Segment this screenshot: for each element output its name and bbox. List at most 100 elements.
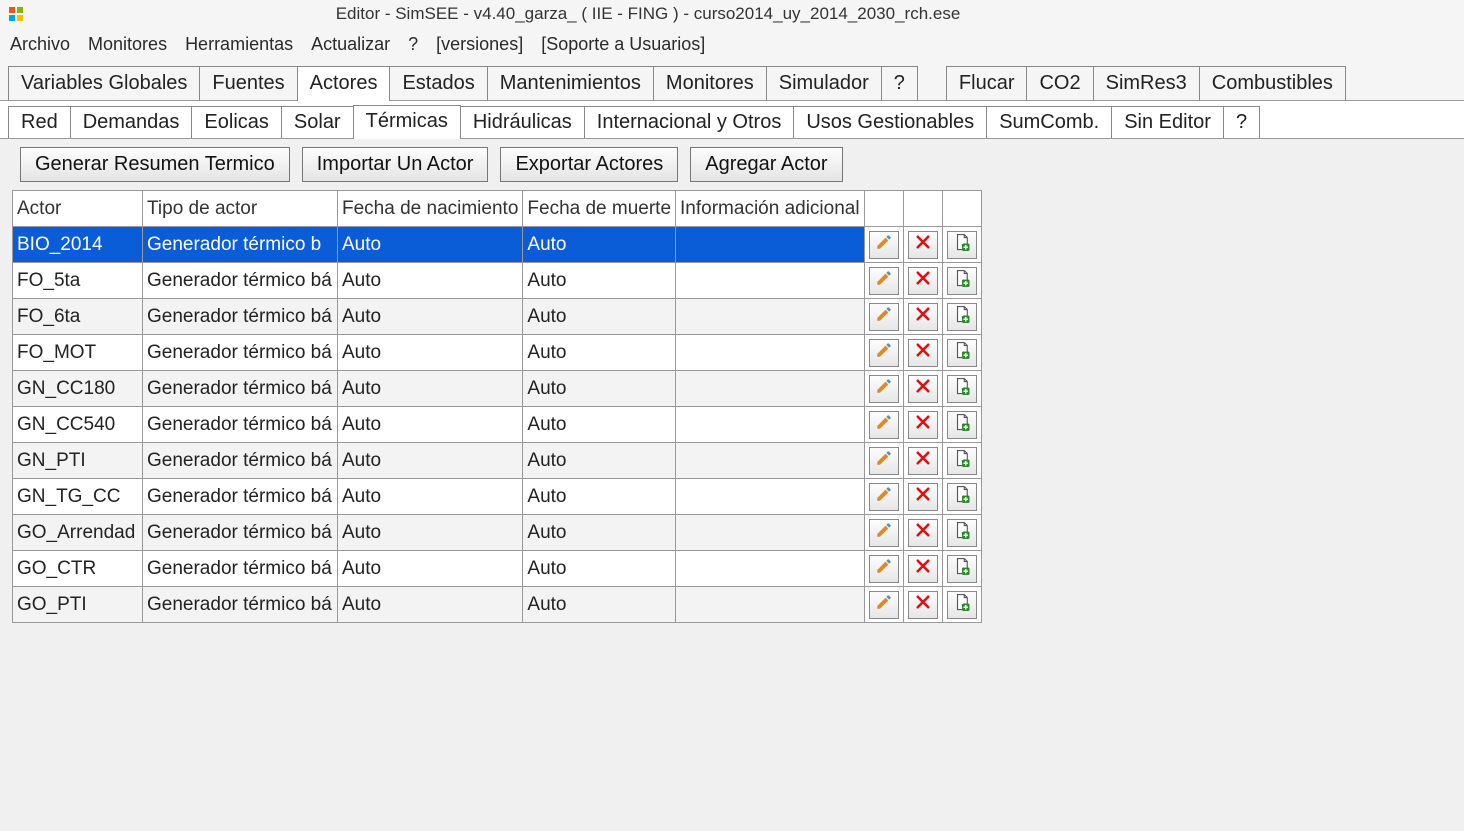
cell-fmuer[interactable]: Auto: [523, 407, 676, 443]
cell-fmuer[interactable]: Auto: [523, 587, 676, 623]
agregar-actor-button[interactable]: Agregar Actor: [690, 147, 842, 182]
subtab-usos[interactable]: Usos Gestionables: [793, 106, 987, 138]
clone-button[interactable]: [947, 447, 977, 475]
cell-fmuer[interactable]: Auto: [523, 479, 676, 515]
subtab-termicas[interactable]: Térmicas: [353, 105, 461, 139]
cell-fmuer[interactable]: Auto: [523, 443, 676, 479]
cell-fnac[interactable]: Auto: [338, 443, 523, 479]
cell-info[interactable]: [676, 443, 865, 479]
cell-tipo[interactable]: Generador térmico bá: [143, 263, 338, 299]
table-row[interactable]: BIO_2014Generador térmico bAutoAuto: [13, 227, 982, 263]
delete-button[interactable]: [908, 411, 938, 439]
delete-button[interactable]: [908, 519, 938, 547]
subtab-eolicas[interactable]: Eolicas: [191, 106, 281, 138]
cell-actor[interactable]: GN_TG_CC: [13, 479, 143, 515]
header-fmuer[interactable]: Fecha de muerte: [523, 191, 676, 227]
table-row[interactable]: GN_PTIGenerador térmico báAutoAuto: [13, 443, 982, 479]
cell-actor[interactable]: GO_Arrendad: [13, 515, 143, 551]
tab-simres3[interactable]: SimRes3: [1093, 66, 1200, 100]
subtab-red[interactable]: Red: [8, 106, 71, 138]
delete-button[interactable]: [908, 231, 938, 259]
edit-button[interactable]: [869, 267, 899, 295]
menu-archivo[interactable]: Archivo: [10, 34, 70, 55]
table-row[interactable]: GO_PTIGenerador térmico báAutoAuto: [13, 587, 982, 623]
cell-fnac[interactable]: Auto: [338, 551, 523, 587]
cell-info[interactable]: [676, 371, 865, 407]
clone-button[interactable]: [947, 555, 977, 583]
subtab-hidraulicas[interactable]: Hidráulicas: [460, 106, 585, 138]
clone-button[interactable]: [947, 339, 977, 367]
cell-info[interactable]: [676, 263, 865, 299]
cell-actor[interactable]: BIO_2014: [13, 227, 143, 263]
tab-monitores[interactable]: Monitores: [653, 66, 767, 100]
table-row[interactable]: FO_MOTGenerador térmico báAutoAuto: [13, 335, 982, 371]
tab-co2[interactable]: CO2: [1026, 66, 1093, 100]
clone-button[interactable]: [947, 483, 977, 511]
tab-actores[interactable]: Actores: [297, 66, 391, 101]
cell-fmuer[interactable]: Auto: [523, 551, 676, 587]
cell-info[interactable]: [676, 299, 865, 335]
subtab-internacional[interactable]: Internacional y Otros: [584, 106, 795, 138]
clone-button[interactable]: [947, 519, 977, 547]
menu-versiones[interactable]: [versiones]: [436, 34, 523, 55]
cell-actor[interactable]: FO_MOT: [13, 335, 143, 371]
importar-actor-button[interactable]: Importar Un Actor: [302, 147, 489, 182]
subtab-demandas[interactable]: Demandas: [70, 106, 193, 138]
cell-fmuer[interactable]: Auto: [523, 371, 676, 407]
header-tipo[interactable]: Tipo de actor: [143, 191, 338, 227]
cell-fmuer[interactable]: Auto: [523, 263, 676, 299]
delete-button[interactable]: [908, 267, 938, 295]
cell-fmuer[interactable]: Auto: [523, 335, 676, 371]
cell-tipo[interactable]: Generador térmico bá: [143, 479, 338, 515]
header-actor[interactable]: Actor: [13, 191, 143, 227]
cell-fnac[interactable]: Auto: [338, 299, 523, 335]
cell-actor[interactable]: GN_CC180: [13, 371, 143, 407]
edit-button[interactable]: [869, 339, 899, 367]
table-row[interactable]: GN_CC540Generador térmico báAutoAuto: [13, 407, 982, 443]
tab-mantenimientos[interactable]: Mantenimientos: [487, 66, 654, 100]
edit-button[interactable]: [869, 555, 899, 583]
subtab-help[interactable]: ?: [1223, 106, 1260, 138]
cell-actor[interactable]: GO_PTI: [13, 587, 143, 623]
cell-fnac[interactable]: Auto: [338, 335, 523, 371]
clone-button[interactable]: [947, 411, 977, 439]
cell-tipo[interactable]: Generador térmico bá: [143, 587, 338, 623]
clone-button[interactable]: [947, 591, 977, 619]
edit-button[interactable]: [869, 303, 899, 331]
tab-flucar[interactable]: Flucar: [946, 66, 1028, 100]
cell-tipo[interactable]: Generador térmico bá: [143, 299, 338, 335]
tab-fuentes[interactable]: Fuentes: [199, 66, 297, 100]
delete-button[interactable]: [908, 303, 938, 331]
cell-info[interactable]: [676, 407, 865, 443]
cell-actor[interactable]: FO_5ta: [13, 263, 143, 299]
header-info[interactable]: Información adicional: [676, 191, 865, 227]
cell-fnac[interactable]: Auto: [338, 407, 523, 443]
tab-estados[interactable]: Estados: [389, 66, 487, 100]
cell-tipo[interactable]: Generador térmico bá: [143, 551, 338, 587]
edit-button[interactable]: [869, 483, 899, 511]
cell-fmuer[interactable]: Auto: [523, 299, 676, 335]
clone-button[interactable]: [947, 267, 977, 295]
edit-button[interactable]: [869, 591, 899, 619]
cell-tipo[interactable]: Generador térmico bá: [143, 515, 338, 551]
header-fnac[interactable]: Fecha de nacimiento: [338, 191, 523, 227]
cell-info[interactable]: [676, 227, 865, 263]
tab-help[interactable]: ?: [881, 66, 918, 100]
table-row[interactable]: FO_5taGenerador térmico báAutoAuto: [13, 263, 982, 299]
menu-actualizar[interactable]: Actualizar: [311, 34, 390, 55]
edit-button[interactable]: [869, 519, 899, 547]
delete-button[interactable]: [908, 555, 938, 583]
table-row[interactable]: FO_6taGenerador térmico báAutoAuto: [13, 299, 982, 335]
edit-button[interactable]: [869, 375, 899, 403]
subtab-solar[interactable]: Solar: [281, 106, 354, 138]
edit-button[interactable]: [869, 411, 899, 439]
cell-actor[interactable]: GN_CC540: [13, 407, 143, 443]
delete-button[interactable]: [908, 483, 938, 511]
table-row[interactable]: GN_TG_CCGenerador térmico báAutoAuto: [13, 479, 982, 515]
cell-actor[interactable]: FO_6ta: [13, 299, 143, 335]
cell-fnac[interactable]: Auto: [338, 371, 523, 407]
delete-button[interactable]: [908, 591, 938, 619]
cell-fnac[interactable]: Auto: [338, 263, 523, 299]
clone-button[interactable]: [947, 231, 977, 259]
subtab-sumcomb[interactable]: SumComb.: [986, 106, 1112, 138]
